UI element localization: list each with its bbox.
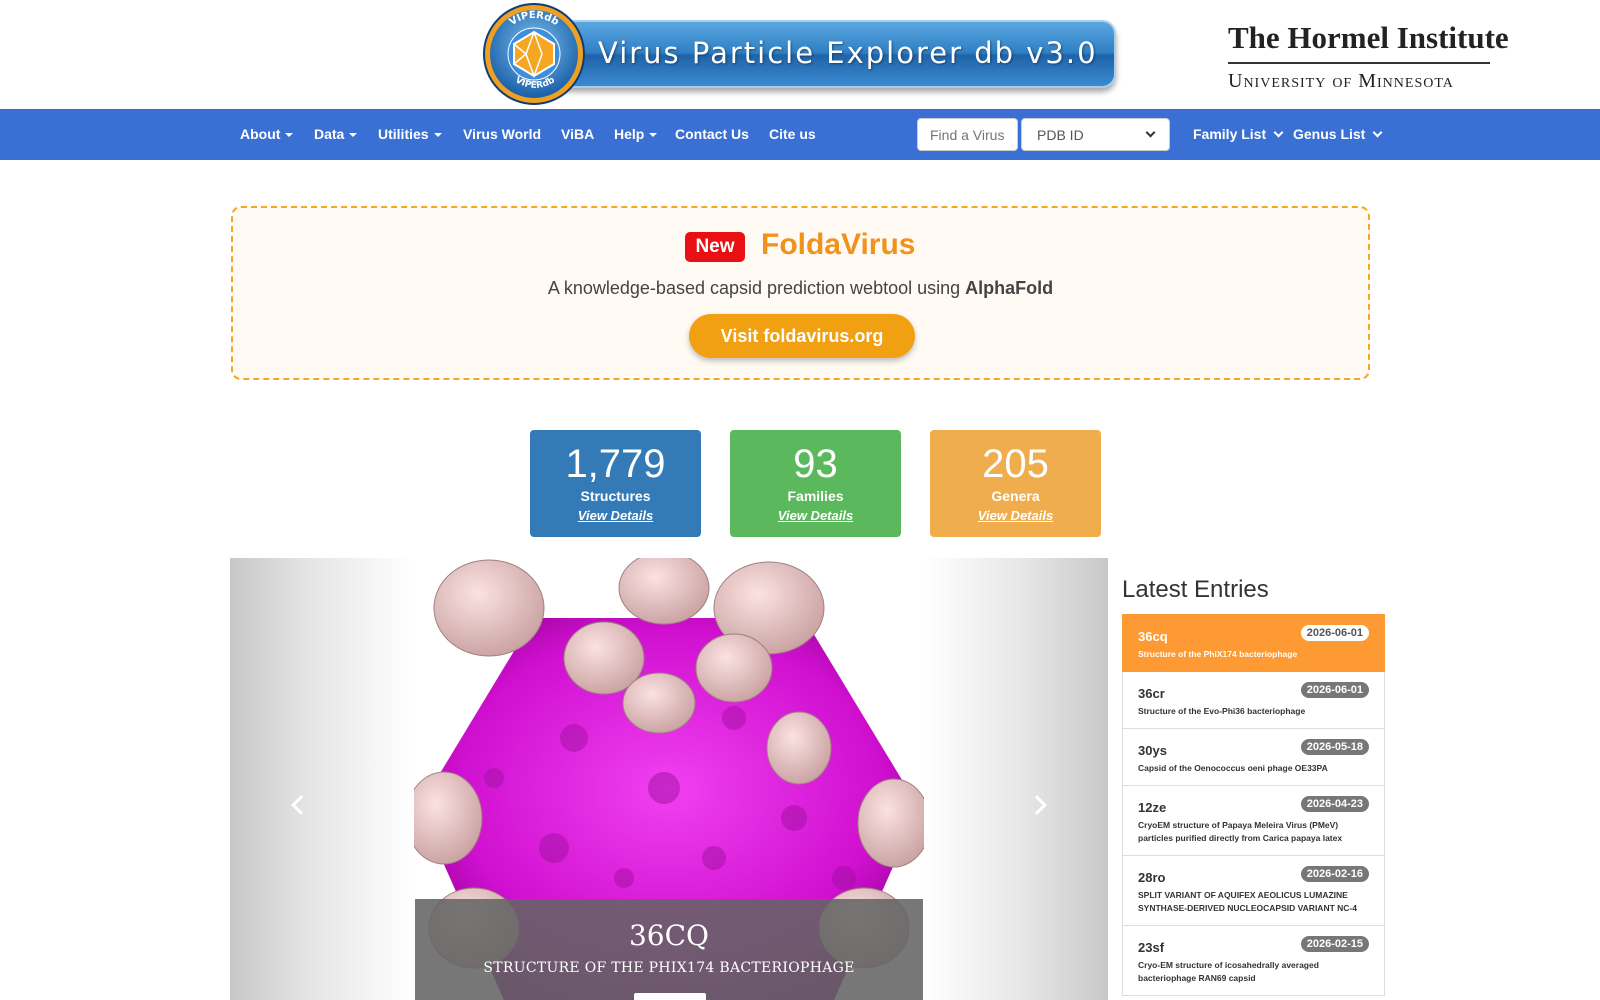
caption-title: 36CQ [628,919,709,952]
nav-about-label: About [240,126,281,142]
nav-virus-world[interactable]: Virus World [463,126,541,142]
structure-carousel: 36CQ Structure of the PhiX174 bacterioph… [230,558,1108,1000]
caption-subtitle: Structure of the PhiX174 bacteriophage [483,960,855,976]
entry-description: Structure of the Evo-Phi36 bacteriophage [1138,706,1306,716]
announcement-description: A knowledge-based capsid prediction webt… [233,278,1368,299]
entry-description: Structure of the PhiX174 bacteriophage [1138,649,1298,659]
chevron-down-icon [1273,127,1284,138]
carousel-caption: 36CQ Structure of the PhiX174 bacterioph… [415,899,923,1000]
find-virus-input[interactable] [917,118,1018,151]
genus-list-label: Genus List [1293,126,1366,142]
entry-date-badge: 2026-05-18 [1300,739,1369,755]
search-type-select[interactable]: PDB ID [1021,118,1170,151]
entry-date-badge: 2026-06-01 [1300,682,1369,698]
entry-description: SPLIT VARIANT OF AQUIFEX AEOLICUS LUMAZI… [1138,890,1357,913]
stat-value: 93 [793,442,838,486]
entry-date-badge: 2026-02-16 [1300,866,1369,882]
nav-data-label: Data [314,126,345,142]
nav-genus-list[interactable]: Genus List [1293,126,1383,142]
entry-date-badge: 2026-04-23 [1300,796,1369,812]
entry-description: Capsid of the Oenococcus oeni phage OE33… [1138,763,1328,773]
caret-down-icon [433,133,442,138]
nav-help-label: Help [614,126,645,142]
nav-contact-us[interactable]: Contact Us [675,126,749,142]
announcement-title: FoldaVirus [761,228,916,261]
new-badge: New [685,232,745,262]
list-item[interactable]: 28ro 2026-02-16 SPLIT VARIANT OF AQUIFEX… [1122,856,1385,926]
announcement-desc-bold: AlphaFold [965,278,1054,298]
nav-cite-us[interactable]: Cite us [769,126,816,142]
caret-down-icon [649,133,658,138]
stat-label: Structures [580,488,651,504]
caret-down-icon [285,133,294,138]
nav-about[interactable]: About [240,126,294,142]
carousel-prev-control[interactable] [230,558,414,1000]
view-details-link[interactable]: View Details [730,508,901,523]
nav-data[interactable]: Data [314,126,358,142]
nav-family-list[interactable]: Family List [1193,126,1284,142]
entry-date-badge: 2026-06-01 [1300,625,1369,641]
list-item[interactable]: 23sf 2026-02-15 Cryo-EM structure of ico… [1122,926,1385,996]
chevron-down-icon [1372,127,1383,138]
latest-entries-title: Latest Entries [1122,576,1269,603]
list-item[interactable]: 36cr 2026-06-01 Structure of the Evo-Phi… [1122,672,1385,729]
latest-entries-list: 36cq 2026-06-01 Structure of the PhiX174… [1122,614,1385,996]
nav-utilities-label: Utilities [378,126,429,142]
main-navbar: About Data Utilities Virus World ViBA He… [0,109,1600,160]
carousel-indicator[interactable] [634,993,706,1000]
carousel-next-control[interactable] [924,558,1108,1000]
nav-utilities[interactable]: Utilities [378,126,442,142]
foldavirus-announcement: New FoldaVirus A knowledge-based capsid … [231,206,1370,380]
list-item[interactable]: 30ys 2026-05-18 Capsid of the Oenococcus… [1122,729,1385,786]
caret-down-icon [349,133,358,138]
view-details-link[interactable]: View Details [930,508,1101,523]
stat-structures: 1,779 Structures View Details [530,430,701,537]
visit-foldavirus-button[interactable]: Visit foldavirus.org [689,314,915,358]
announcement-desc-text: A knowledge-based capsid prediction webt… [547,278,966,298]
nav-help[interactable]: Help [614,126,658,142]
banner-title: Virus Particle Explorer db v3.0 [598,36,1098,70]
search-type-value: PDB ID [1037,126,1084,143]
stat-value: 1,779 [565,442,666,486]
viperdb-logo-icon: VIPERdb VIPERdb [483,3,585,105]
institute-university: University of Minnesota [1228,70,1454,92]
stat-value: 205 [982,442,1049,486]
institute-divider [1228,62,1490,64]
site-header: Virus Particle Explorer db v3.0 VIPERdb … [0,0,1600,109]
hormel-logo[interactable]: The Hormel Institute University of Minne… [1228,20,1509,93]
family-list-label: Family List [1193,126,1267,142]
chevron-down-icon [1145,127,1156,138]
stat-label: Genera [991,488,1040,504]
nav-viba[interactable]: ViBA [561,126,594,142]
entry-date-badge: 2026-02-15 [1300,936,1369,952]
view-details-link[interactable]: View Details [530,508,701,523]
stat-genera: 205 Genera View Details [930,430,1101,537]
list-item[interactable]: 12ze 2026-04-23 CryoEM structure of Papa… [1122,786,1385,856]
list-item[interactable]: 36cq 2026-06-01 Structure of the PhiX174… [1122,614,1385,672]
entry-description: Cryo-EM structure of icosahedrally avera… [1138,960,1319,983]
entry-description: CryoEM structure of Papaya Meleira Virus… [1138,820,1343,843]
stat-label: Families [787,488,844,504]
stat-families: 93 Families View Details [730,430,901,537]
viperdb-banner[interactable]: Virus Particle Explorer db v3.0 VIPERdb … [482,2,1116,106]
institute-name: The Hormel Institute [1228,20,1509,55]
